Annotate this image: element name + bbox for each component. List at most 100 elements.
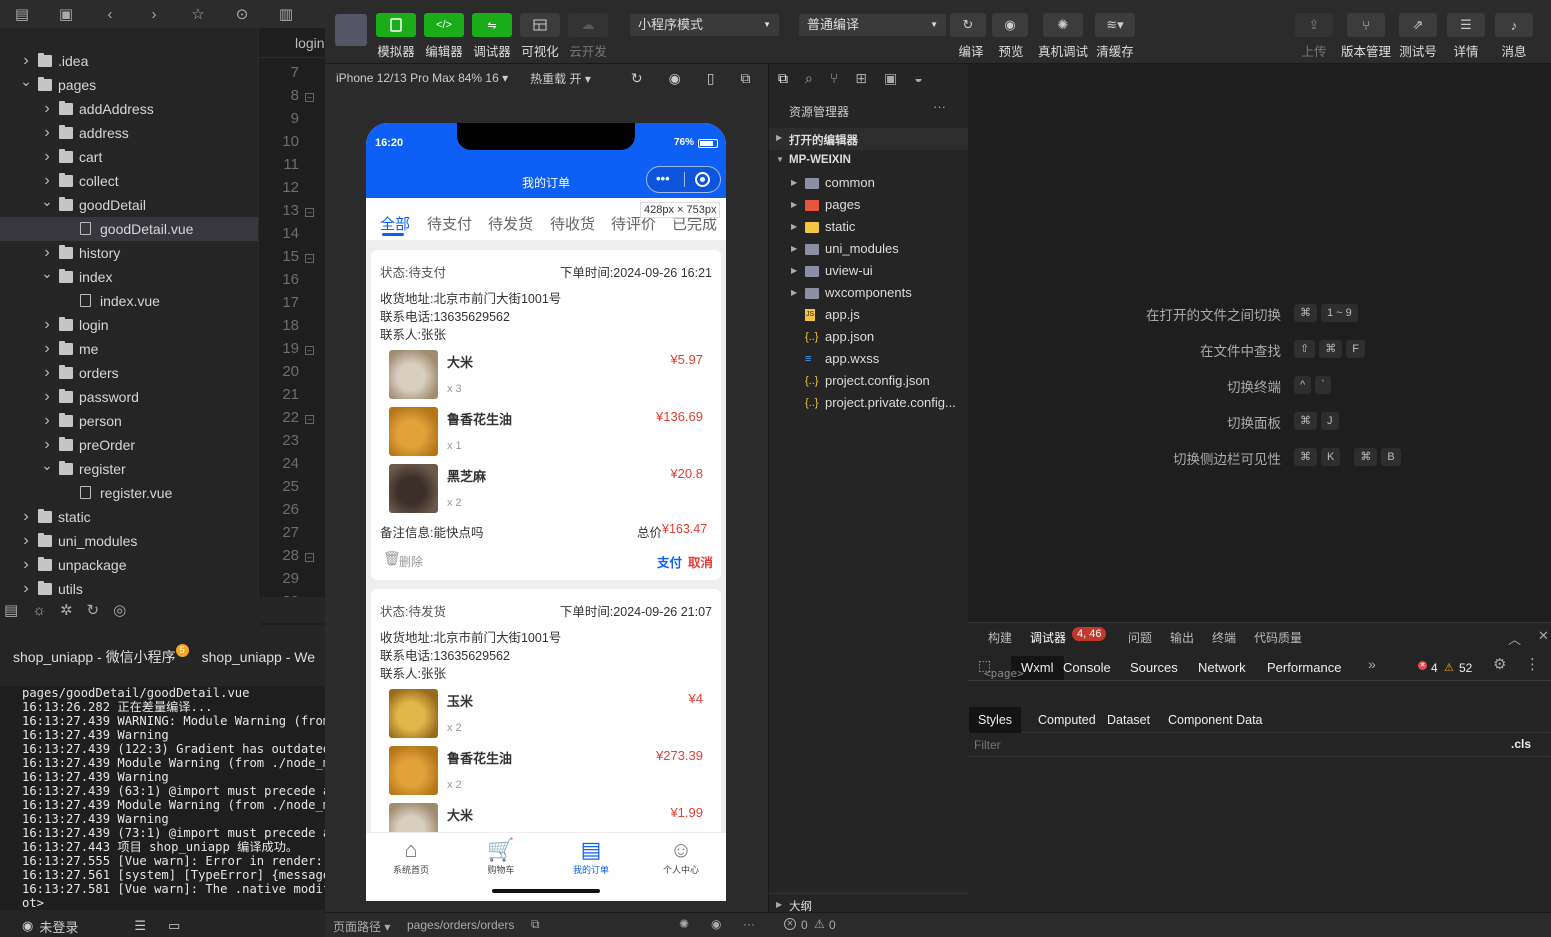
upload-button[interactable]: ⇪ <box>1295 13 1333 37</box>
search-icon[interactable]: ⌕ <box>805 70 813 87</box>
tree-item[interactable]: › history <box>0 241 258 265</box>
star-icon[interactable]: ☆ <box>176 0 220 28</box>
explorer-item[interactable]: ▶ static <box>769 216 969 238</box>
version-button[interactable]: ⑂ <box>1347 13 1385 37</box>
bug-icon[interactable]: ✺ <box>679 917 689 931</box>
cloud-button[interactable]: ☁ <box>568 13 608 37</box>
tab-bar-item[interactable]: ☺ 个人中心 <box>651 837 711 876</box>
files-icon[interactable]: ⧉ <box>778 70 788 87</box>
devtools-top-tab[interactable]: 构建 <box>988 629 1012 646</box>
console-tab-1[interactable]: shop_uniapp - 微信小程序 5 <box>0 640 189 674</box>
open-editors-section[interactable]: ▶ 打开的编辑器 <box>769 128 969 150</box>
globe-icon[interactable]: ◎ <box>113 601 126 619</box>
more-tabs-icon[interactable]: » <box>1368 656 1376 672</box>
eye-icon[interactable]: ◉ <box>711 917 721 931</box>
popout-icon[interactable]: ⧉ <box>741 70 751 87</box>
extensions-icon[interactable]: ⊞ <box>855 70 867 87</box>
phone-icon[interactable]: ▯ <box>707 70 715 87</box>
tree-item[interactable]: register.vue <box>0 481 258 505</box>
product-image[interactable] <box>389 803 438 832</box>
tree-item[interactable]: ⌄ pages <box>0 73 258 97</box>
fold-icon[interactable]: – <box>305 93 314 102</box>
fold-icon[interactable]: – <box>305 346 314 355</box>
tree-item[interactable]: › me <box>0 337 258 361</box>
messages-button[interactable]: ♪ <box>1495 13 1533 37</box>
capsule-menu[interactable]: ••• <box>646 166 721 193</box>
close-icon[interactable] <box>695 172 710 187</box>
style-tab[interactable]: Component Data <box>1168 707 1263 733</box>
tab-bar-item[interactable]: ▤ 我的订单 <box>561 837 621 876</box>
order-tab[interactable]: 待收货 <box>550 213 595 234</box>
tree-item[interactable]: › address <box>0 121 258 145</box>
explorer-item[interactable]: JS app.js <box>769 304 969 326</box>
refresh-icon[interactable]: ↻ <box>87 601 100 619</box>
explorer-item[interactable]: ▶ wxcomponents <box>769 282 969 304</box>
wxml-node[interactable]: <page> <box>984 667 1024 681</box>
debugger-button[interactable]: ⇋ <box>472 13 512 37</box>
avatar[interactable] <box>335 14 367 46</box>
mode-select[interactable]: 小程序模式 ▼ <box>630 14 779 36</box>
filter-input[interactable] <box>974 736 1494 754</box>
fold-icon[interactable]: – <box>305 553 314 562</box>
cancel-button[interactable]: 取消 <box>688 552 713 571</box>
user-icon[interactable]: ◉ <box>22 918 33 934</box>
fold-icon[interactable]: – <box>305 254 314 263</box>
tab-bar-item[interactable]: ⌂ 系统首页 <box>381 837 441 876</box>
tree-item[interactable]: ⌄ goodDetail <box>0 193 258 217</box>
explorer-item[interactable]: ▶ pages <box>769 194 969 216</box>
console-tab-2[interactable]: shop_uniapp - We <box>189 640 325 674</box>
tree-item[interactable]: › static <box>0 505 258 529</box>
page-path-select[interactable]: 页面路径 ▾ <box>333 918 390 935</box>
explorer-icon[interactable]: ▤ <box>0 0 44 28</box>
tree-item[interactable]: › cart <box>0 145 258 169</box>
run-icon[interactable]: ⊙ <box>220 0 264 28</box>
devtools-top-tab[interactable]: 输出 <box>1170 629 1194 646</box>
tree-item[interactable]: › unpackage <box>0 553 258 577</box>
more-icon[interactable]: ••• <box>656 171 670 186</box>
devtools-tab[interactable]: Sources <box>1130 656 1178 680</box>
order-card[interactable]: 状态:待支付 下单时间:2024-09-26 16:21 收货地址:北京市前门大街1… <box>371 250 721 580</box>
preview-button[interactable]: ◉ <box>992 13 1028 37</box>
devtools-top-tab[interactable]: 调试器 <box>1030 629 1066 646</box>
tree-item[interactable]: ⌄ index <box>0 265 258 289</box>
clear-cache-button[interactable]: ≋▾ <box>1095 13 1135 37</box>
product-image[interactable] <box>389 464 438 513</box>
order-tab[interactable]: 待发货 <box>488 213 533 234</box>
tree-item[interactable]: › password <box>0 385 258 409</box>
explorer-item[interactable]: {..} project.config.json <box>769 370 969 392</box>
order-tab[interactable]: 全部 <box>380 213 410 234</box>
device-select[interactable]: iPhone 12/13 Pro Max 84% 16 ▾ <box>336 71 508 85</box>
product-image[interactable] <box>389 350 438 399</box>
editor-button[interactable]: </> <box>424 13 464 37</box>
warning-count[interactable]: 52 <box>1459 656 1472 680</box>
tree-item[interactable]: › addAddress <box>0 97 258 121</box>
save-icon[interactable]: ▣ <box>44 0 88 28</box>
hot-reload-toggle[interactable]: 热重载 开 ▾ <box>530 70 591 87</box>
details-button[interactable]: ☰ <box>1447 13 1485 37</box>
terminal-icon[interactable]: ▭ <box>168 918 180 934</box>
explorer-warnings[interactable]: 0 <box>829 918 836 932</box>
tree-item[interactable]: › uni_modules <box>0 529 258 553</box>
save-icon[interactable]: ▣ <box>884 70 897 87</box>
devtools-tab[interactable]: Performance <box>1267 656 1341 680</box>
compile-button[interactable]: ↻ <box>950 13 986 37</box>
explorer-errors[interactable]: 0 <box>801 918 808 932</box>
branch-icon[interactable]: ⑂ <box>830 70 838 86</box>
list-icon[interactable]: ☰ <box>134 918 146 934</box>
tree-item[interactable]: › preOrder <box>0 433 258 457</box>
stop-icon[interactable]: ◉ <box>669 70 681 87</box>
tree-item[interactable]: › person <box>0 409 258 433</box>
style-tab[interactable]: Dataset <box>1107 707 1150 733</box>
copy-icon[interactable]: ⧉ <box>531 917 540 932</box>
more-icon[interactable]: ⋮ <box>1525 655 1540 673</box>
forward-icon[interactable]: › <box>132 0 176 28</box>
remote-debug-button[interactable]: ✺ <box>1043 13 1083 37</box>
explorer-item[interactable]: ▶ uni_modules <box>769 238 969 260</box>
devtools-top-tab[interactable]: 问题 <box>1128 629 1152 646</box>
order-card[interactable]: 状态:待发货 下单时间:2024-09-26 21:07 收货地址:北京市前门大街1… <box>371 589 721 832</box>
style-tab[interactable]: Computed <box>1038 707 1096 733</box>
devtools-top-tab[interactable]: 代码质量 <box>1254 629 1302 646</box>
cls-button[interactable]: .cls <box>1511 737 1531 751</box>
order-tab[interactable]: 待支付 <box>427 213 472 234</box>
settings-icon[interactable]: ⚙ <box>1493 655 1506 673</box>
